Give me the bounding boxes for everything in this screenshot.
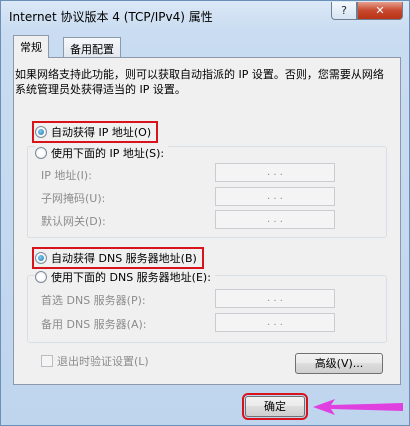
manual-dns-label: 使用下面的 DNS 服务器地址(E): bbox=[51, 271, 211, 284]
ip-address-field[interactable]: . . . bbox=[215, 163, 335, 182]
default-gateway-label: 默认网关(D): bbox=[41, 215, 106, 228]
validate-settings-checkbox[interactable] bbox=[41, 355, 53, 367]
preferred-dns-field[interactable]: . . . bbox=[215, 289, 335, 308]
pointer-arrow-icon bbox=[313, 399, 403, 415]
manual-dns-option[interactable]: 使用下面的 DNS 服务器地址(E): bbox=[35, 269, 215, 285]
validate-settings-label: 退出时验证设置(L) bbox=[57, 355, 149, 368]
advanced-button[interactable]: 高级(V)... bbox=[295, 353, 383, 374]
title-bar: Internet 协议版本 4 (TCP/IPv4) 属性 ? ✕ bbox=[1, 1, 409, 31]
ip-address-label: IP 地址(I): bbox=[41, 169, 92, 182]
dns-settings-group bbox=[27, 275, 387, 343]
subnet-mask-field[interactable]: . . . bbox=[215, 187, 335, 206]
close-button[interactable]: ✕ bbox=[357, 2, 403, 20]
manual-dns-radio[interactable] bbox=[35, 271, 47, 283]
dialog-window: Internet 协议版本 4 (TCP/IPv4) 属性 ? ✕ 常规 备用配… bbox=[0, 0, 410, 426]
auto-ip-option[interactable]: 自动获得 IP 地址(O) bbox=[31, 121, 159, 143]
auto-dns-option[interactable]: 自动获得 DNS 服务器地址(B) bbox=[32, 247, 204, 269]
description-text: 如果网络支持此功能，则可以获取自动指派的 IP 设置。否则，您需要从网络系统管理… bbox=[15, 68, 384, 96]
help-button[interactable]: ? bbox=[331, 2, 357, 20]
subnet-mask-label: 子网掩码(U): bbox=[41, 192, 106, 205]
auto-dns-radio[interactable] bbox=[35, 252, 47, 264]
auto-dns-label: 自动获得 DNS 服务器地址(B) bbox=[51, 252, 197, 265]
manual-ip-radio[interactable] bbox=[35, 147, 47, 159]
validate-settings-option[interactable]: 退出时验证设置(L) bbox=[41, 353, 149, 369]
auto-ip-label: 自动获得 IP 地址(O) bbox=[51, 126, 152, 139]
manual-ip-option[interactable]: 使用下面的 IP 地址(S): bbox=[35, 145, 169, 161]
window-title: Internet 协议版本 4 (TCP/IPv4) 属性 bbox=[9, 10, 213, 24]
manual-ip-label: 使用下面的 IP 地址(S): bbox=[51, 147, 165, 160]
preferred-dns-label: 首选 DNS 服务器(P): bbox=[41, 294, 146, 307]
alternate-dns-label: 备用 DNS 服务器(A): bbox=[41, 318, 147, 331]
default-gateway-field[interactable]: . . . bbox=[215, 210, 335, 229]
ok-button[interactable]: 确定 bbox=[242, 393, 308, 420]
tab-general[interactable]: 常规 bbox=[13, 35, 49, 58]
alternate-dns-field[interactable]: . . . bbox=[215, 313, 335, 332]
tab-alternate-config[interactable]: 备用配置 bbox=[63, 37, 121, 57]
auto-ip-radio[interactable] bbox=[35, 126, 47, 138]
